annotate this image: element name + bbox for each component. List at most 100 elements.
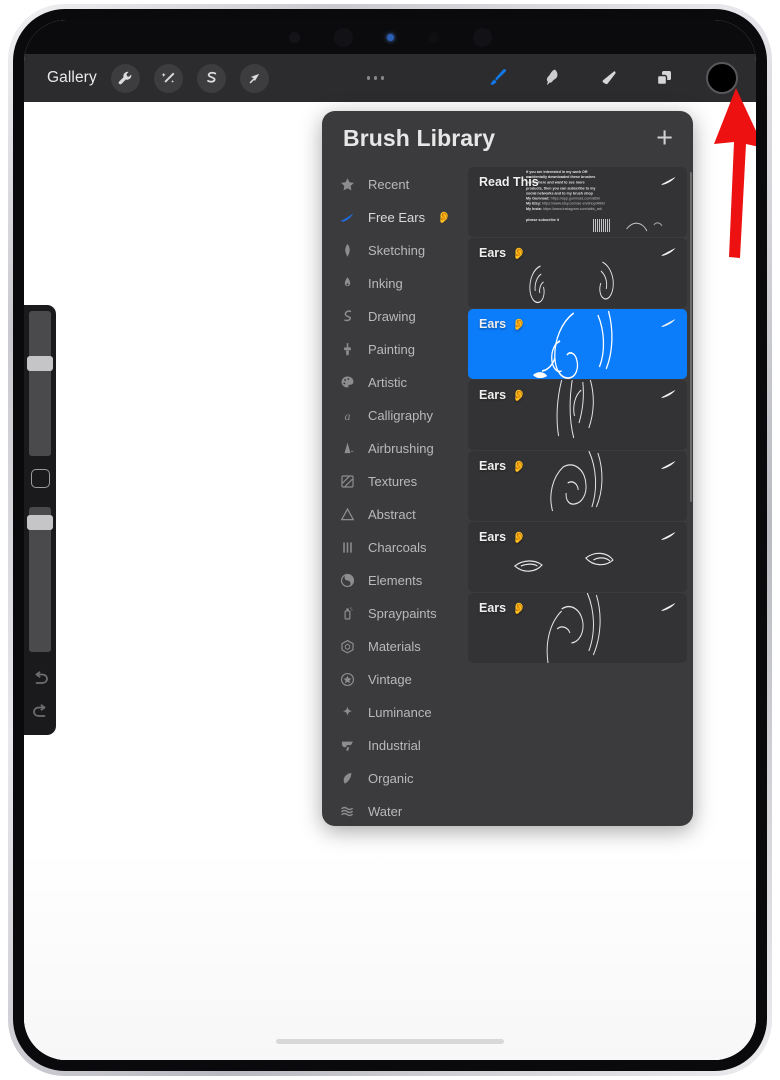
waves-icon (338, 803, 356, 821)
redo-button[interactable] (28, 699, 52, 723)
layers-icon[interactable] (650, 63, 678, 93)
brush-category-artistic[interactable]: Artistic (322, 366, 468, 399)
brush-category-spraypaints[interactable]: Spraypaints (322, 597, 468, 630)
brush-item[interactable]: Ears 👂 (468, 380, 687, 450)
add-brush-icon[interactable]: + (656, 124, 673, 153)
brush-category-label: Abstract (368, 507, 416, 522)
brush-name-text: Ears (479, 530, 507, 544)
brush-name-text: Ears (479, 601, 507, 615)
ear-emoji-badge: 👂 (512, 318, 526, 331)
brush-category-materials[interactable]: Materials (322, 630, 468, 663)
brush-size-slider[interactable] (27, 311, 53, 456)
actions-wrench-icon[interactable] (110, 63, 140, 93)
brush-category-inking[interactable]: Inking (322, 267, 468, 300)
brush-category-label: Luminance (368, 705, 432, 720)
opacity-slider[interactable] (27, 507, 53, 652)
brush-category-water[interactable]: Water (322, 795, 468, 826)
brush-item[interactable]: Ears 👂 (468, 522, 687, 592)
brush-category-industrial[interactable]: Industrial (322, 729, 468, 762)
modify-button[interactable] (30, 469, 50, 488)
brush-category-organic[interactable]: Organic (322, 762, 468, 795)
leaf-icon (338, 770, 356, 788)
yin-yang-icon (338, 572, 356, 590)
spray-can-icon (338, 605, 356, 623)
brush-category-vintage[interactable]: Vintage (322, 663, 468, 696)
undo-button[interactable] (28, 666, 52, 690)
brush-category-label: Textures (368, 474, 418, 489)
toolbar-overflow-menu[interactable] (269, 76, 482, 80)
ear-emoji-badge: 👂 (512, 389, 526, 402)
brush-category-elements[interactable]: Elements (322, 564, 468, 597)
brush-item[interactable]: Read This if you are interested in my wor… (468, 167, 687, 237)
brush-category-label: Drawing (368, 309, 416, 324)
gallery-button[interactable]: Gallery (47, 69, 97, 87)
brush-settings-sidebar[interactable] (24, 305, 56, 735)
brush-category-label: Vintage (368, 672, 412, 687)
brush-category-label: Organic (368, 771, 414, 786)
brush-category-charcoals[interactable]: Charcoals (322, 531, 468, 564)
home-indicator[interactable] (276, 1039, 504, 1044)
screenshot-root: Gallery Brush Library + Recent Free Ears… (0, 0, 780, 1080)
brush-category-calligraphy[interactable]: a Calligraphy (322, 399, 468, 432)
adjustments-wand-icon[interactable] (153, 63, 183, 93)
ambient-sensor (427, 31, 439, 43)
brush-item-list[interactable]: Read This if you are interested in my wor… (468, 166, 693, 826)
brush-item[interactable]: Ears 👂 (468, 593, 687, 663)
brush-item-name: Read This (479, 175, 539, 189)
anvil-icon (338, 737, 356, 755)
brush-category-label: Elements (368, 573, 423, 588)
three-dots-icon[interactable] (366, 76, 385, 80)
brush-item[interactable]: Ears 👂 (468, 238, 687, 308)
brush-category-sketching[interactable]: Sketching (322, 234, 468, 267)
eraser-icon[interactable] (594, 63, 622, 93)
brush-category-label: Painting (368, 342, 415, 357)
device-bezel: Gallery Brush Library + Recent Free Ears… (13, 9, 767, 1071)
opacity-thumb[interactable] (27, 514, 53, 530)
squiggle-icon (338, 308, 356, 326)
brush-category-label: Recent (368, 177, 410, 192)
paint-brush-icon[interactable] (482, 63, 510, 93)
brush-stroke-preview-icon (661, 532, 676, 540)
ear-emoji-badge: 👂 (512, 531, 526, 544)
transform-arrow-icon[interactable] (239, 63, 269, 93)
paintbrush-icon (338, 341, 356, 359)
brush-category-painting[interactable]: Painting (322, 333, 468, 366)
brush-category-airbrushing[interactable]: Airbrushing (322, 432, 468, 465)
brush-item[interactable]: Ears 👂 (468, 451, 687, 521)
front-camera-sensor-bar (24, 20, 756, 54)
brush-stroke-preview-icon (661, 603, 676, 611)
brush-list-scrollbar[interactable] (689, 172, 692, 502)
brush-size-thumb[interactable] (27, 355, 53, 371)
brush-category-list[interactable]: Recent Free Ears 👂 Sketching Inking Drawing Pa… (322, 166, 468, 826)
brush-stroke-preview-icon (661, 177, 676, 185)
brush-library-panel[interactable]: Brush Library + Recent Free Ears 👂 Sketchin… (322, 111, 693, 826)
brush-stroke-preview-icon (661, 319, 676, 327)
annotation-arrow (696, 86, 756, 266)
brush-category-drawing[interactable]: Drawing (322, 300, 468, 333)
brush-promo-text: if you are interested in my work OR accid… (526, 170, 646, 223)
brush-category-label: Materials (368, 639, 421, 654)
brush-item[interactable]: Ears 👂 (468, 309, 687, 379)
brush-name-text: Ears (479, 246, 507, 260)
selection-icon[interactable] (196, 63, 226, 93)
cube-icon (338, 638, 356, 656)
front-camera-lens-icon (333, 27, 353, 47)
brush-category-label: Calligraphy (368, 408, 434, 423)
svg-text:a: a (344, 409, 350, 423)
ear-emoji-badge: 👂 (512, 247, 526, 260)
brush-category-free-ears[interactable]: Free Ears 👂 (322, 201, 468, 234)
brush-category-luminance[interactable]: Luminance (322, 696, 468, 729)
ink-nib-icon (338, 275, 356, 293)
brush-category-textures[interactable]: Textures (322, 465, 468, 498)
brush-name-text: Ears (479, 317, 507, 331)
brush-name-text: Read This (479, 175, 539, 189)
three-bars-icon (338, 539, 356, 557)
brush-stroke-icon (338, 209, 356, 227)
promo-cta: please subscribe it (526, 217, 560, 222)
brush-category-recent[interactable]: Recent (322, 168, 468, 201)
smudge-icon[interactable] (538, 63, 566, 93)
brush-item-name: Ears 👂 (479, 388, 526, 402)
brush-name-text: Ears (479, 459, 507, 473)
camera-indicator-led (386, 33, 394, 41)
brush-category-abstract[interactable]: Abstract (322, 498, 468, 531)
